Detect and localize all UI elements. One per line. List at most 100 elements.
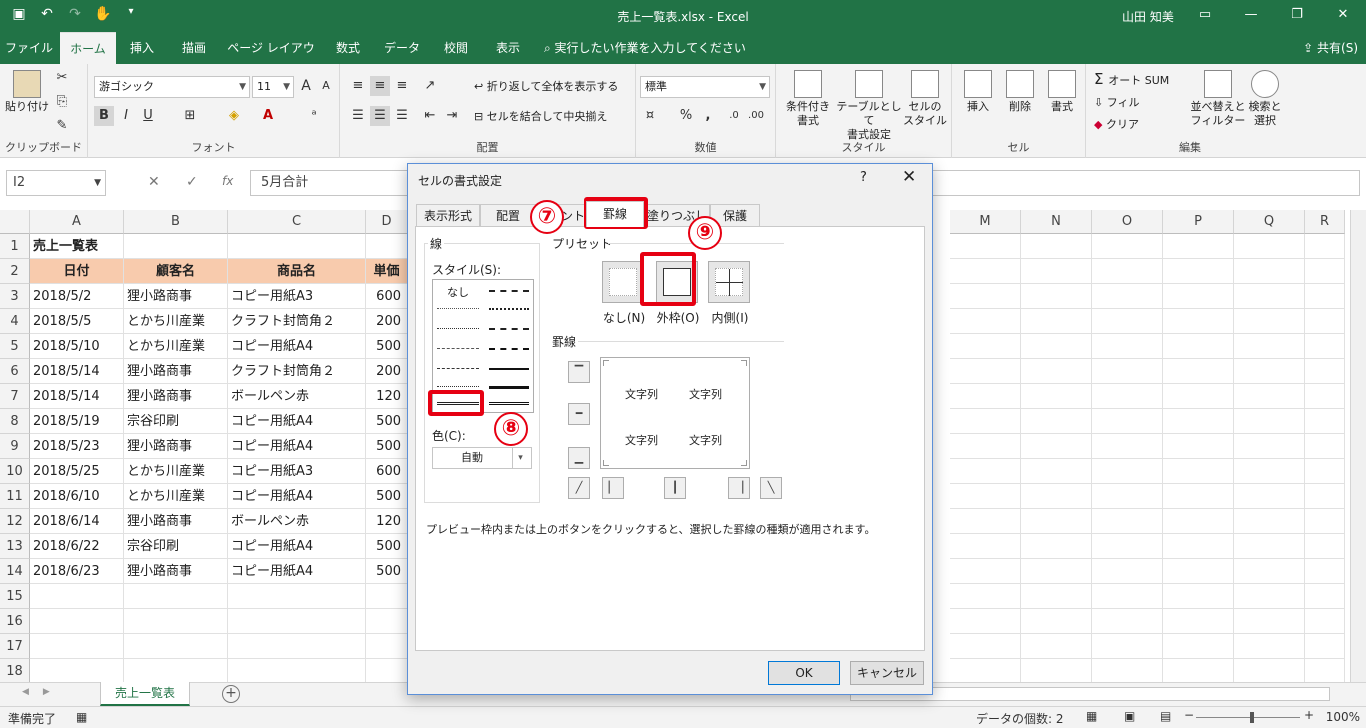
grid-cell[interactable]: [1021, 659, 1092, 684]
close-window-icon[interactable]: ✕: [1320, 0, 1366, 32]
conditional-formatting-button[interactable]: 条件付き 書式: [780, 70, 836, 128]
grid-cell[interactable]: 500: [366, 434, 408, 459]
confirm-entry-icon[interactable]: ✓: [186, 174, 198, 190]
line-style-sample[interactable]: [489, 308, 529, 310]
decrease-indent-icon[interactable]: ⇤: [420, 106, 440, 126]
grid-cell[interactable]: [950, 259, 1021, 284]
grid-cell[interactable]: [1163, 484, 1234, 509]
column-header[interactable]: M: [950, 210, 1021, 234]
grid-cell[interactable]: コピー用紙A3: [228, 459, 366, 484]
align-bottom-icon[interactable]: ≡: [392, 76, 412, 96]
currency-icon[interactable]: ¤: [640, 106, 660, 126]
grid-cell[interactable]: [1305, 534, 1345, 559]
grid-cell[interactable]: とかち川産業: [124, 484, 228, 509]
grid-cell[interactable]: ボールペン赤: [228, 509, 366, 534]
grid-cell[interactable]: [30, 609, 124, 634]
underline-button[interactable]: U: [138, 106, 158, 126]
grid-cell[interactable]: とかち川産業: [124, 459, 228, 484]
row-header[interactable]: 6: [0, 359, 30, 384]
tab-border[interactable]: 罫線: [586, 201, 644, 227]
grid-cell[interactable]: [950, 584, 1021, 609]
row-header[interactable]: 2: [0, 259, 30, 284]
grid-cell[interactable]: [228, 634, 366, 659]
column-header[interactable]: N: [1021, 210, 1092, 234]
grid-cell[interactable]: [30, 659, 124, 684]
line-style-sample[interactable]: [489, 402, 529, 405]
line-style-sample[interactable]: [437, 368, 479, 369]
grid-cell[interactable]: 2018/6/22: [30, 534, 124, 559]
grid-cell[interactable]: [124, 584, 228, 609]
add-sheet-icon[interactable]: +: [222, 685, 240, 703]
grid-cell[interactable]: [1163, 409, 1234, 434]
grid-cell[interactable]: [950, 559, 1021, 584]
grid-cell[interactable]: [950, 484, 1021, 509]
grid-cell[interactable]: 狸小路商事: [124, 384, 228, 409]
line-style-sample[interactable]: [437, 348, 479, 349]
grid-cell[interactable]: [1163, 234, 1234, 259]
column-header[interactable]: O: [1092, 210, 1163, 234]
grid-cell[interactable]: [950, 534, 1021, 559]
macro-record-icon[interactable]: ▦: [76, 710, 87, 724]
tab-number-format[interactable]: 表示形式: [416, 204, 480, 226]
grid-cell[interactable]: [1021, 434, 1092, 459]
grid-cell[interactable]: [1234, 359, 1305, 384]
line-style-sample[interactable]: [489, 368, 529, 370]
grid-cell[interactable]: [950, 609, 1021, 634]
grid-cell[interactable]: [228, 659, 366, 684]
grid-cell[interactable]: [1234, 659, 1305, 684]
grid-cell[interactable]: クラフト封筒角２: [228, 359, 366, 384]
grid-cell[interactable]: [228, 584, 366, 609]
zoom-out-icon[interactable]: −: [1184, 708, 1194, 722]
sort-filter-button[interactable]: 並べ替えと フィルター: [1190, 70, 1246, 128]
grid-cell[interactable]: [1092, 459, 1163, 484]
zoom-slider[interactable]: [1196, 712, 1300, 723]
tell-me-box[interactable]: ⌕ 実行したい作業を入力してください: [544, 32, 746, 64]
grid-cell[interactable]: 2018/6/14: [30, 509, 124, 534]
grid-cell[interactable]: [1021, 234, 1092, 259]
grid-cell[interactable]: [1092, 584, 1163, 609]
row-header[interactable]: 12: [0, 509, 30, 534]
grid-cell[interactable]: 120: [366, 384, 408, 409]
grid-cell[interactable]: [950, 409, 1021, 434]
border-preview[interactable]: 文字列 文字列 文字列 文字列: [600, 357, 750, 469]
grid-cell[interactable]: [1021, 584, 1092, 609]
grid-cell[interactable]: [1092, 359, 1163, 384]
number-format-select[interactable]: 標準 ▼: [640, 76, 770, 98]
row-header[interactable]: 7: [0, 384, 30, 409]
grid-cell[interactable]: とかち川産業: [124, 334, 228, 359]
grid-cell[interactable]: [1305, 409, 1345, 434]
grid-cell[interactable]: [1021, 484, 1092, 509]
grid-cell[interactable]: [1163, 359, 1234, 384]
grid-cell[interactable]: [1234, 559, 1305, 584]
row-header[interactable]: 16: [0, 609, 30, 634]
row-header[interactable]: 15: [0, 584, 30, 609]
grid-cell[interactable]: クラフト封筒角２: [228, 309, 366, 334]
grid-cell[interactable]: 500: [366, 409, 408, 434]
grid-cell[interactable]: [1305, 484, 1345, 509]
border-bottom-button[interactable]: ▁: [568, 447, 590, 469]
grid-cell[interactable]: [1021, 634, 1092, 659]
grid-cell[interactable]: [124, 609, 228, 634]
grid-cell[interactable]: 2018/5/5: [30, 309, 124, 334]
grow-font-button[interactable]: A: [296, 76, 316, 96]
line-style-none[interactable]: なし: [447, 284, 469, 300]
grid-cell[interactable]: コピー用紙A4: [228, 409, 366, 434]
align-middle-icon[interactable]: ≡: [370, 76, 390, 96]
borders-icon[interactable]: ⊞: [180, 106, 200, 126]
grid-cell[interactable]: [228, 234, 366, 259]
tab-view[interactable]: 表示: [484, 32, 532, 64]
tab-formulas[interactable]: 数式: [324, 32, 372, 64]
grid-cell[interactable]: [1021, 559, 1092, 584]
grid-cell[interactable]: 2018/5/25: [30, 459, 124, 484]
tab-home[interactable]: ホーム: [60, 32, 116, 64]
grid-cell[interactable]: 600: [366, 459, 408, 484]
grid-cell[interactable]: 200: [366, 309, 408, 334]
name-box[interactable]: I2 ▼: [6, 170, 106, 196]
grid-cell[interactable]: 2018/5/10: [30, 334, 124, 359]
tab-insert[interactable]: 挿入: [118, 32, 166, 64]
font-color-icon[interactable]: A: [258, 106, 278, 126]
grid-cell[interactable]: [950, 309, 1021, 334]
grid-cell[interactable]: [1163, 284, 1234, 309]
phonetic-icon[interactable]: ᵃ: [304, 106, 324, 126]
grid-cell[interactable]: [950, 434, 1021, 459]
